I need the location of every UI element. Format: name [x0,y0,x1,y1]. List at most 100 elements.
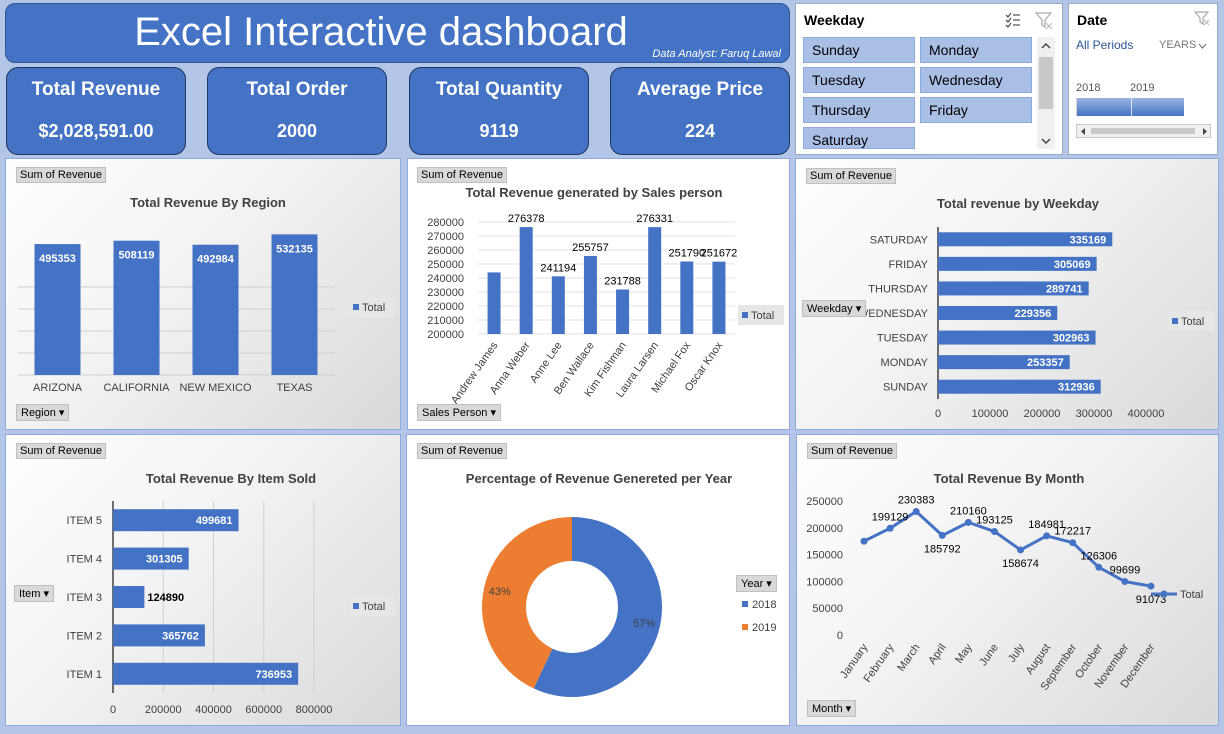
x-tick-label: 300000 [1076,408,1113,420]
chevron-down-icon[interactable] [1198,43,1207,49]
y-tick-label: 200000 [806,523,843,535]
bar[interactable] [583,255,597,334]
y-tick-label: 230000 [427,287,464,299]
category-label: April [926,642,948,667]
legend-swatch [353,304,359,310]
filter-label: Weekday [807,303,853,315]
data-label: 241194 [540,262,576,274]
slicer-item-saturday[interactable]: Saturday [803,127,915,149]
kpi-average-price: Average Price 224 [610,67,790,155]
category-label: THURSDAY [868,283,928,295]
data-point[interactable] [912,508,920,516]
category-label: TUESDAY [877,333,929,345]
kpi-label: Total Quantity [435,79,563,100]
multi-select-icon[interactable] [1004,11,1022,29]
scroll-left-icon[interactable] [1079,127,1087,136]
data-label: 99699 [1110,565,1141,577]
time-level-dropdown[interactable]: YEARS [1159,39,1196,51]
data-label: 365762 [162,630,199,642]
x-tick-label: 0 [110,704,116,716]
dropdown-arrow-icon[interactable]: ▾ [846,703,852,715]
y-tick-label: 220000 [427,301,464,313]
chart-panel-year: Sum of Revenue Percentage of Revenue Gen… [406,434,790,726]
bar[interactable] [113,586,145,608]
year-filter-button[interactable]: Year ▾ [736,575,777,592]
dropdown-arrow-icon[interactable]: ▾ [43,588,49,600]
legend-label: Total [362,601,385,613]
chart-title: Total Revenue By Month [934,471,1085,486]
data-label: 230383 [898,495,935,507]
data-label: 231788 [604,275,641,287]
category-label: July [1006,641,1027,664]
dropdown-arrow-icon[interactable]: ▾ [491,407,497,419]
slicer-item-wednesday[interactable]: Wednesday [920,67,1032,93]
salesperson-chart: Total Revenue generated by Sales person … [427,185,784,406]
category-label: March [895,642,922,674]
year-label-2018: 2018 [1076,82,1101,94]
kpi-total-revenue: Total Revenue $2,028,591.00 [6,67,186,155]
data-label: 185792 [924,543,961,555]
bar[interactable] [487,272,501,334]
data-point[interactable] [964,518,972,526]
salesperson-filter-button[interactable]: Sales Person ▾ [417,404,502,421]
scroll-up-icon[interactable] [1040,42,1052,50]
data-point[interactable] [1095,563,1103,571]
legend-label: 2018 [752,599,776,611]
bar[interactable] [680,261,694,334]
scroll-right-icon[interactable] [1201,127,1209,136]
chart-title: Total Revenue By Item Sold [146,471,316,486]
bar[interactable] [712,261,726,334]
clear-filter-icon[interactable] [1193,9,1211,27]
bar[interactable] [271,234,318,375]
chart-panel-item: Sum of Revenue Total Revenue By Item Sol… [5,434,401,726]
slicer-item-monday[interactable]: Monday [920,37,1032,63]
data-label: 124890 [147,592,184,604]
data-point[interactable] [886,524,894,532]
timeline-scrollbar[interactable] [1076,124,1211,138]
data-point[interactable] [1043,532,1051,540]
category-label: MONDAY [881,357,929,369]
data-point[interactable] [1121,578,1129,586]
data-point[interactable] [1017,546,1025,554]
data-label: 229356 [1015,308,1052,320]
data-label: 302963 [1053,333,1090,345]
slicer-item-sunday[interactable]: Sunday [803,37,915,63]
bar[interactable] [519,227,533,334]
scroll-thumb[interactable] [1091,128,1195,134]
clear-filter-icon[interactable] [1034,10,1054,30]
month-filter-button[interactable]: Month ▾ [807,700,857,717]
category-label: May [953,641,975,665]
item-filter-button[interactable]: Item ▾ [14,585,54,602]
slicer-scrollbar[interactable] [1037,37,1055,149]
timeline-selection-bar[interactable] [1076,98,1184,116]
data-point[interactable] [860,537,868,545]
scroll-thumb[interactable] [1039,57,1053,109]
category-label: ITEM 1 [67,669,102,681]
dropdown-arrow-icon[interactable]: ▾ [856,303,862,315]
dashboard-header: Excel Interactive dashboard Data Analyst… [5,3,790,63]
slicer-item-tuesday[interactable]: Tuesday [803,67,915,93]
data-point[interactable] [1069,539,1077,547]
kpi-value: 2000 [276,121,318,141]
filter-label: Month [812,703,843,715]
weekday-filter-button[interactable]: Weekday ▾ [802,300,867,317]
data-point[interactable] [938,531,946,539]
data-point[interactable] [1147,582,1155,590]
data-point[interactable] [990,527,998,535]
filter-label: Sales Person [422,407,488,419]
data-label: 499681 [196,515,233,527]
slicer-item-thursday[interactable]: Thursday [803,97,915,123]
region-filter-button[interactable]: Region ▾ [16,404,70,421]
chart-panel-weekday: Sum of Revenue Total revenue by Weekday … [795,158,1219,430]
category-label: SUNDAY [883,382,929,394]
chart-panel-month: Sum of Revenue Total Revenue By Month 05… [796,434,1219,726]
category-label: ITEM 5 [67,515,102,527]
slicer-item-friday[interactable]: Friday [920,97,1032,123]
scroll-down-icon[interactable] [1040,137,1052,145]
dropdown-arrow-icon[interactable]: ▾ [59,407,65,419]
bar[interactable] [648,227,662,334]
bar[interactable] [551,276,565,334]
bar[interactable] [616,289,630,334]
dropdown-arrow-icon[interactable]: ▾ [766,578,772,590]
data-label: 251672 [701,248,738,260]
